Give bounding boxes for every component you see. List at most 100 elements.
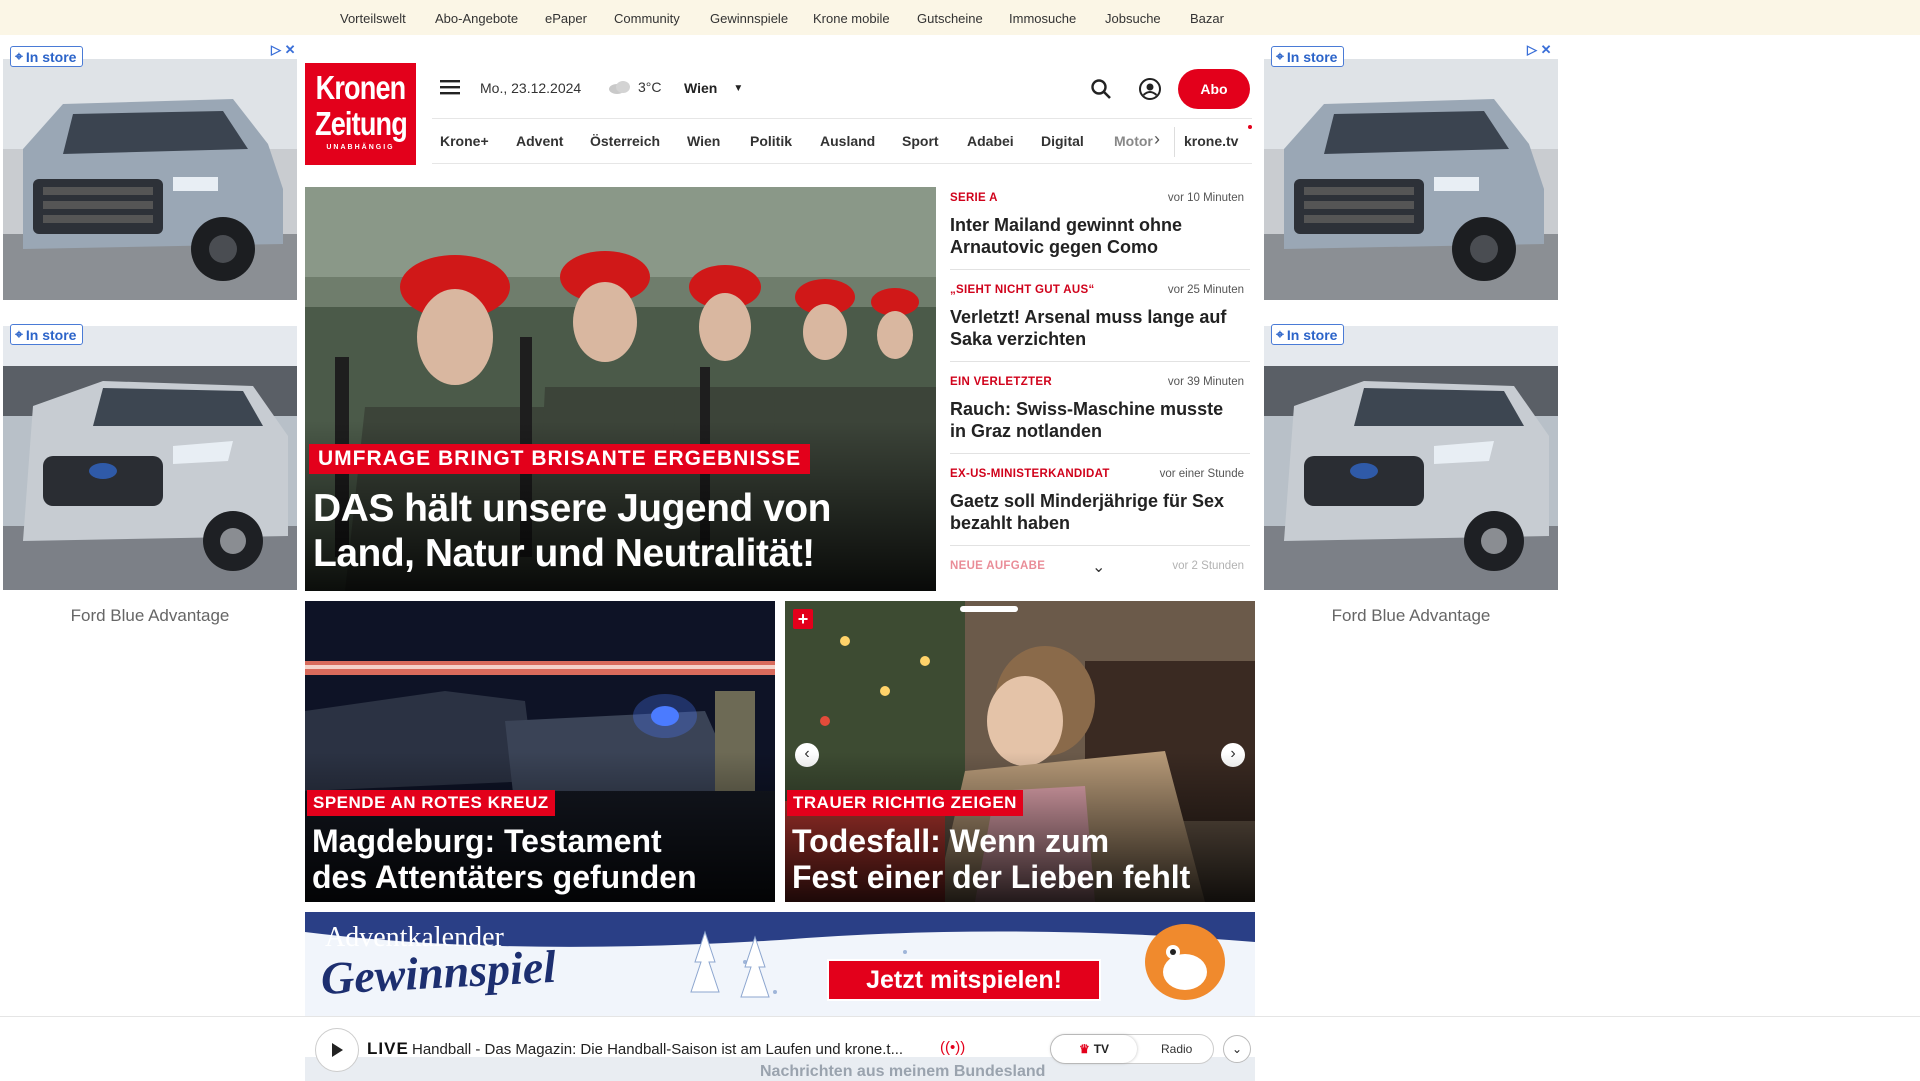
nav-item-advent[interactable]: Advent — [516, 133, 563, 149]
in-store-badge: ⌖ In store — [1271, 46, 1345, 67]
search-icon — [1091, 79, 1111, 99]
nav-divider — [1174, 127, 1175, 157]
ticker-kicker: NEUE AUFGABE — [950, 560, 1046, 572]
ticker-time: vor 25 Minuten — [1167, 284, 1244, 296]
ticker-time: vor 10 Minuten — [1167, 192, 1244, 204]
topnav-krone-mobile[interactable]: Krone mobile — [813, 11, 890, 26]
topnav-bazar[interactable]: Bazar — [1190, 11, 1224, 26]
advent-banner[interactable]: Adventkalender Gewinnspiel Jetzt mitspie… — [305, 912, 1255, 1016]
ticker-headline[interactable]: Gaetz soll Minderjährige für Sex bezahlt… — [950, 490, 1230, 534]
weather-widget: 3°C — [608, 79, 662, 95]
topnav-abo-angebote[interactable]: Abo-Angebote — [435, 11, 518, 26]
nav-item-krone-plus[interactable]: Krone+ — [440, 133, 489, 149]
nav-item-oesterreich[interactable]: Österreich — [590, 133, 660, 149]
ad-left-top[interactable]: ⌖ In store ▷ ✕ — [3, 42, 297, 300]
location-pin-icon: ⌖ — [15, 48, 23, 64]
city-label: Wien — [684, 80, 718, 96]
pickup-truck-image — [1264, 59, 1558, 300]
live-dot — [1248, 125, 1252, 129]
news-ticker: SERIE A vor 10 Minuten Inter Mailand gew… — [944, 187, 1250, 591]
card-kicker: SPENDE AN ROTES KREUZ — [307, 790, 555, 816]
ad-brand-label[interactable]: Ford Blue Advantage — [3, 606, 297, 626]
location-pin-icon: ⌖ — [15, 326, 23, 342]
toggle-radio[interactable]: Radio — [1161, 1042, 1192, 1056]
top-service-bar: Vorteilswelt Abo-Angebote ePaper Communi… — [0, 0, 1920, 35]
account-button[interactable] — [1138, 77, 1162, 101]
temperature: 3°C — [638, 79, 662, 95]
hero-headline: DAS hält unsere Jugend von Land, Natur u… — [313, 487, 831, 575]
bundesland-news-label: Nachrichten aus meinem Bundesland — [760, 1063, 1046, 1080]
in-store-badge: ⌖ In store — [1271, 324, 1345, 345]
ticker-kicker: „SIEHT NICHT GUT AUS“ — [950, 284, 1095, 296]
ad-brand-label[interactable]: Ford Blue Advantage — [1264, 606, 1558, 626]
site-logo[interactable]: Kronen Zeitung UNABHÄNGIG — [305, 63, 416, 165]
location-pin-icon: ⌖ — [1276, 326, 1284, 342]
abo-button[interactable]: Abo — [1178, 69, 1250, 109]
ticker-time: vor einer Stunde — [1159, 468, 1244, 480]
main-nav: Krone+ Advent Österreich Wien Politik Au… — [432, 118, 1252, 164]
current-date: Mo., 23.12.2024 — [480, 80, 582, 96]
hero-article[interactable]: UMFRAGE BRINGT BRISANTE ERGEBNISSE DAS h… — [305, 187, 936, 591]
pickup-truck-image — [3, 59, 297, 300]
ticker-expand-icon[interactable]: ⌄ — [1092, 557, 1105, 577]
broadcast-icon: ((•)) — [940, 1039, 966, 1056]
nav-item-wien[interactable]: Wien — [687, 133, 720, 149]
play-icon — [332, 1043, 343, 1057]
ticker-headline[interactable]: Inter Mailand gewinnt ohne Arnautovic ge… — [950, 214, 1230, 258]
hero-kicker: UMFRAGE BRINGT BRISANTE ERGEBNISSE — [309, 444, 811, 474]
card-headline: Todesfall: Wenn zum Fest einer der Liebe… — [792, 823, 1191, 895]
suv-image — [1264, 326, 1558, 590]
adchoices-icon[interactable]: ▷ ✕ — [1527, 42, 1552, 58]
cloud-icon — [609, 81, 630, 94]
adchoices-icon[interactable]: ▷ ✕ — [271, 42, 296, 58]
topnav-immosuche[interactable]: Immosuche — [1009, 11, 1076, 26]
chevron-down-icon: ▼ — [733, 82, 744, 94]
article-card-magdeburg[interactable]: SPENDE AN ROTES KREUZ Magdeburg: Testame… — [305, 601, 775, 902]
hamburger-icon — [440, 80, 460, 95]
ad-left-bottom[interactable]: ⌖ In store — [3, 320, 297, 590]
tv-radio-toggle[interactable]: ♛ TV Radio — [1050, 1034, 1214, 1064]
ticker-kicker: EX-US-MINISTERKANDIDAT — [950, 468, 1110, 480]
card-headline: Magdeburg: Testament des Attentäters gef… — [312, 823, 697, 895]
nav-item-politik[interactable]: Politik — [750, 133, 792, 149]
nav-item-ausland[interactable]: Ausland — [820, 133, 875, 149]
ticker-kicker: EIN VERLETZTER — [950, 376, 1052, 388]
toggle-tv[interactable]: ♛ TV — [1051, 1035, 1137, 1063]
topnav-epaper[interactable]: ePaper — [545, 11, 587, 26]
nav-item-digital[interactable]: Digital — [1041, 133, 1084, 149]
ticker-headline[interactable]: Rauch: Swiss-Maschine musste in Graz not… — [950, 398, 1230, 442]
user-icon — [1139, 78, 1161, 100]
live-player-bar: Nachrichten aus meinem Bundesland LIVE H… — [0, 1016, 1920, 1081]
nav-item-adabei[interactable]: Adabei — [967, 133, 1014, 149]
menu-button[interactable] — [440, 78, 462, 96]
article-card-trauer[interactable]: + ‹ › TRAUER RICHTIG ZEIGEN Todesfall: W… — [785, 601, 1255, 902]
now-playing-title[interactable]: Handball - Das Magazin: Die Handball-Sai… — [412, 1041, 903, 1058]
ticker-time: vor 2 Stunden — [1172, 560, 1244, 572]
krone-plus-badge-icon: + — [793, 609, 813, 629]
ticker-time: vor 39 Minuten — [1167, 376, 1244, 388]
ad-right-top[interactable]: ⌖ In store ▷ ✕ — [1264, 42, 1558, 300]
nav-item-krone-tv[interactable]: krone.tv — [1184, 133, 1238, 149]
nav-item-motor[interactable]: Motor — [1114, 133, 1153, 149]
expand-player-icon[interactable]: ⌄ — [1223, 1035, 1251, 1063]
card-kicker: TRAUER RICHTIG ZEIGEN — [787, 790, 1023, 816]
city-selector[interactable]: Wien ▼ — [684, 80, 743, 96]
ticker-headline[interactable]: Verletzt! Arsenal muss lange auf Saka ve… — [950, 306, 1230, 350]
topnav-gutscheine[interactable]: Gutscheine — [917, 11, 983, 26]
ad-right-bottom[interactable]: ⌖ In store — [1264, 320, 1558, 590]
topnav-community[interactable]: Community — [614, 11, 680, 26]
carousel-indicator[interactable] — [960, 606, 1018, 612]
in-store-badge: ⌖ In store — [10, 46, 84, 67]
nav-scroll-right-icon[interactable]: › — [1154, 129, 1160, 150]
banner-cta-button[interactable]: Jetzt mitspielen! — [827, 959, 1101, 1001]
location-pin-icon: ⌖ — [1276, 48, 1284, 64]
search-button[interactable] — [1090, 78, 1112, 100]
topnav-jobsuche[interactable]: Jobsuche — [1105, 11, 1161, 26]
nav-item-sport[interactable]: Sport — [902, 133, 939, 149]
crown-icon: ♛ — [1078, 1042, 1090, 1056]
ticker-kicker: SERIE A — [950, 192, 998, 204]
topnav-gewinnspiele[interactable]: Gewinnspiele — [710, 11, 788, 26]
topnav-vorteilswelt[interactable]: Vorteilswelt — [340, 11, 406, 26]
live-label: LIVE — [367, 1039, 409, 1058]
play-button[interactable] — [315, 1028, 359, 1072]
